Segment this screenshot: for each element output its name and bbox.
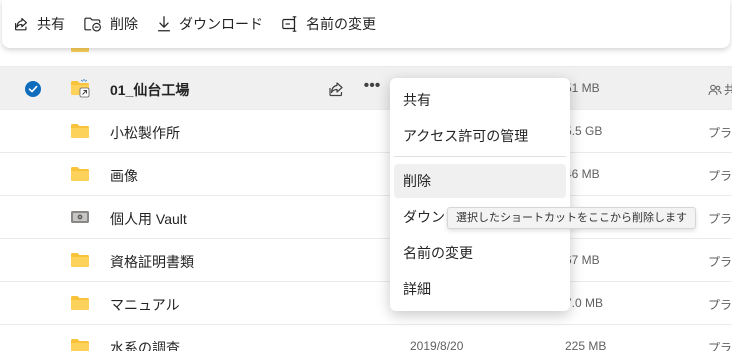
rename-button[interactable]: 名前の変更 [281, 14, 376, 34]
row-sharing: プライ [708, 298, 732, 312]
download-icon [157, 16, 171, 32]
row-sharing: プライ [708, 169, 732, 183]
row-sharing: プライ [708, 341, 732, 351]
download-button-label: ダウンロード [179, 16, 263, 32]
selected-check-icon[interactable] [25, 81, 41, 97]
row-size: 225 MB [565, 339, 607, 351]
command-bar: 共有 削除 ダウンロード 名前の変更 [2, 0, 730, 48]
share-icon[interactable] [326, 79, 346, 99]
menu-item-delete[interactable]: 削除 [394, 164, 566, 198]
share-button-label: 共有 [37, 16, 65, 32]
menu-item-manage-access[interactable]: アクセス許可の管理 [394, 119, 566, 153]
delete-shortcut-icon [84, 17, 101, 32]
sharing-label: 共 [724, 83, 732, 97]
table-row[interactable]: 資格証明書類 67 MB プライ [0, 239, 732, 282]
menu-item-rename[interactable]: 名前の変更 [394, 236, 566, 270]
row-name[interactable]: 画像 [110, 166, 138, 186]
menu-item-details[interactable]: 詳細 [394, 272, 566, 306]
row-name[interactable]: 水系の調査 [110, 338, 180, 351]
shortcut-folder-icon [70, 78, 90, 98]
delete-tooltip: 選択したショートカットをここから削除します [447, 207, 696, 229]
row-size: 5.5 GB [565, 124, 603, 138]
table-row[interactable]: 画像 46 MB プライ [0, 153, 732, 196]
row-name[interactable]: 小松製作所 [110, 123, 180, 143]
share-button[interactable]: 共有 [12, 14, 65, 34]
row-name[interactable]: マニュアル [110, 295, 180, 315]
row-sharing: プライ [708, 126, 732, 140]
delete-button-label: 削除 [110, 16, 138, 32]
folder-icon [70, 166, 90, 182]
download-button[interactable]: ダウンロード [156, 14, 263, 34]
menu-item-share[interactable]: 共有 [394, 83, 566, 117]
row-sharing: プライ [708, 255, 732, 269]
more-options-icon[interactable]: ••• [362, 77, 382, 97]
rename-button-label: 名前の変更 [306, 16, 376, 32]
file-list: 01_仙台工場 ••• 51 MB 共 小松製作所 5.5 GB プライ 画像 … [0, 0, 732, 351]
row-sharing: プライ [708, 212, 732, 226]
row-size: 51 MB [565, 81, 600, 95]
people-icon [708, 84, 722, 96]
table-row[interactable]: マニュアル 7.0 MB プライ [0, 282, 732, 325]
table-row[interactable]: 水系の調査 2019/8/20 225 MB プライ [0, 325, 732, 351]
table-row-selected[interactable]: 01_仙台工場 ••• 51 MB 共 [0, 67, 732, 110]
row-size: 67 MB [565, 253, 600, 267]
share-icon [15, 18, 27, 31]
row-name[interactable]: 01_仙台工場 [110, 80, 189, 100]
folder-icon [70, 123, 90, 139]
menu-separator [394, 156, 566, 157]
folder-icon [70, 252, 90, 268]
context-menu: 共有 アクセス許可の管理 削除 ダウンロード 名前の変更 詳細 [390, 78, 570, 311]
row-sharing: 共 [708, 81, 732, 98]
folder-icon [70, 295, 90, 311]
vault-icon [70, 209, 90, 225]
row-size: 46 MB [565, 167, 600, 181]
row-name[interactable]: 個人用 Vault [110, 209, 187, 229]
folder-icon [70, 338, 90, 351]
delete-button[interactable]: 削除 [83, 14, 138, 34]
row-modified: 2019/8/20 [410, 339, 464, 351]
rename-icon [282, 16, 297, 32]
row-name[interactable]: 資格証明書類 [110, 252, 194, 272]
row-size: 7.0 MB [565, 296, 604, 310]
table-row[interactable]: 小松製作所 5.5 GB プライ [0, 110, 732, 153]
